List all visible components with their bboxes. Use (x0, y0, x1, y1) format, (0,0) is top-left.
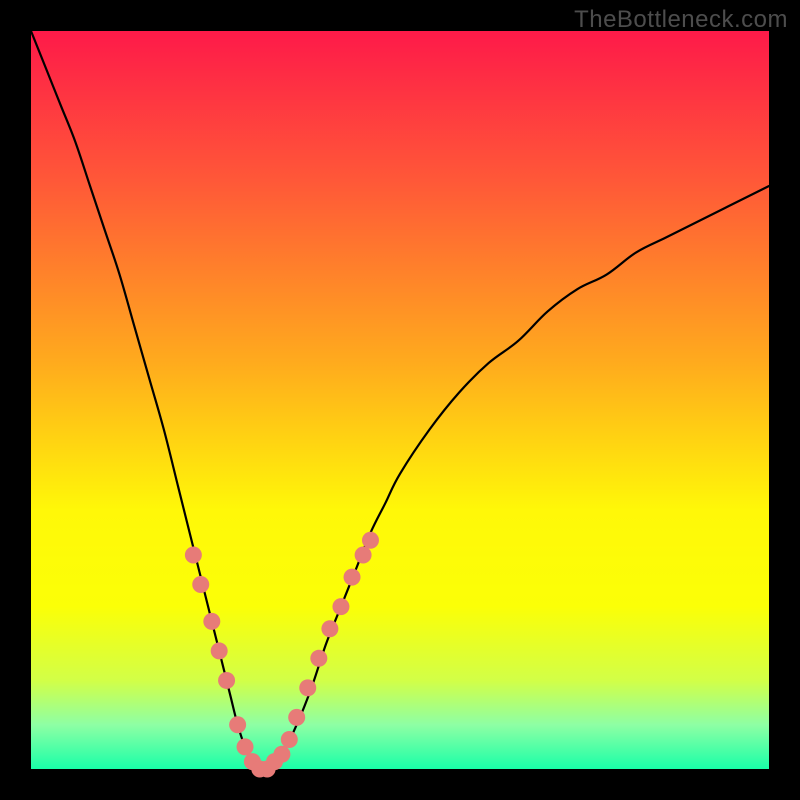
marker-dot (211, 642, 228, 659)
marker-dot (273, 746, 290, 763)
outer-frame: TheBottleneck.com (0, 0, 800, 800)
marker-dot (355, 546, 372, 563)
chart-svg (31, 31, 769, 769)
marker-dot (299, 679, 316, 696)
marker-dot (321, 620, 338, 637)
marker-dot (362, 532, 379, 549)
marker-dot (203, 613, 220, 630)
marker-dot (310, 650, 327, 667)
highlight-markers (185, 532, 379, 778)
marker-dot (332, 598, 349, 615)
watermark-text: TheBottleneck.com (574, 6, 788, 34)
bottleneck-curve (31, 31, 769, 771)
marker-dot (288, 709, 305, 726)
marker-dot (192, 576, 209, 593)
marker-dot (185, 546, 202, 563)
marker-dot (344, 569, 361, 586)
marker-dot (237, 738, 254, 755)
marker-dot (218, 672, 235, 689)
marker-dot (281, 731, 298, 748)
plot-area (31, 31, 769, 769)
marker-dot (229, 716, 246, 733)
